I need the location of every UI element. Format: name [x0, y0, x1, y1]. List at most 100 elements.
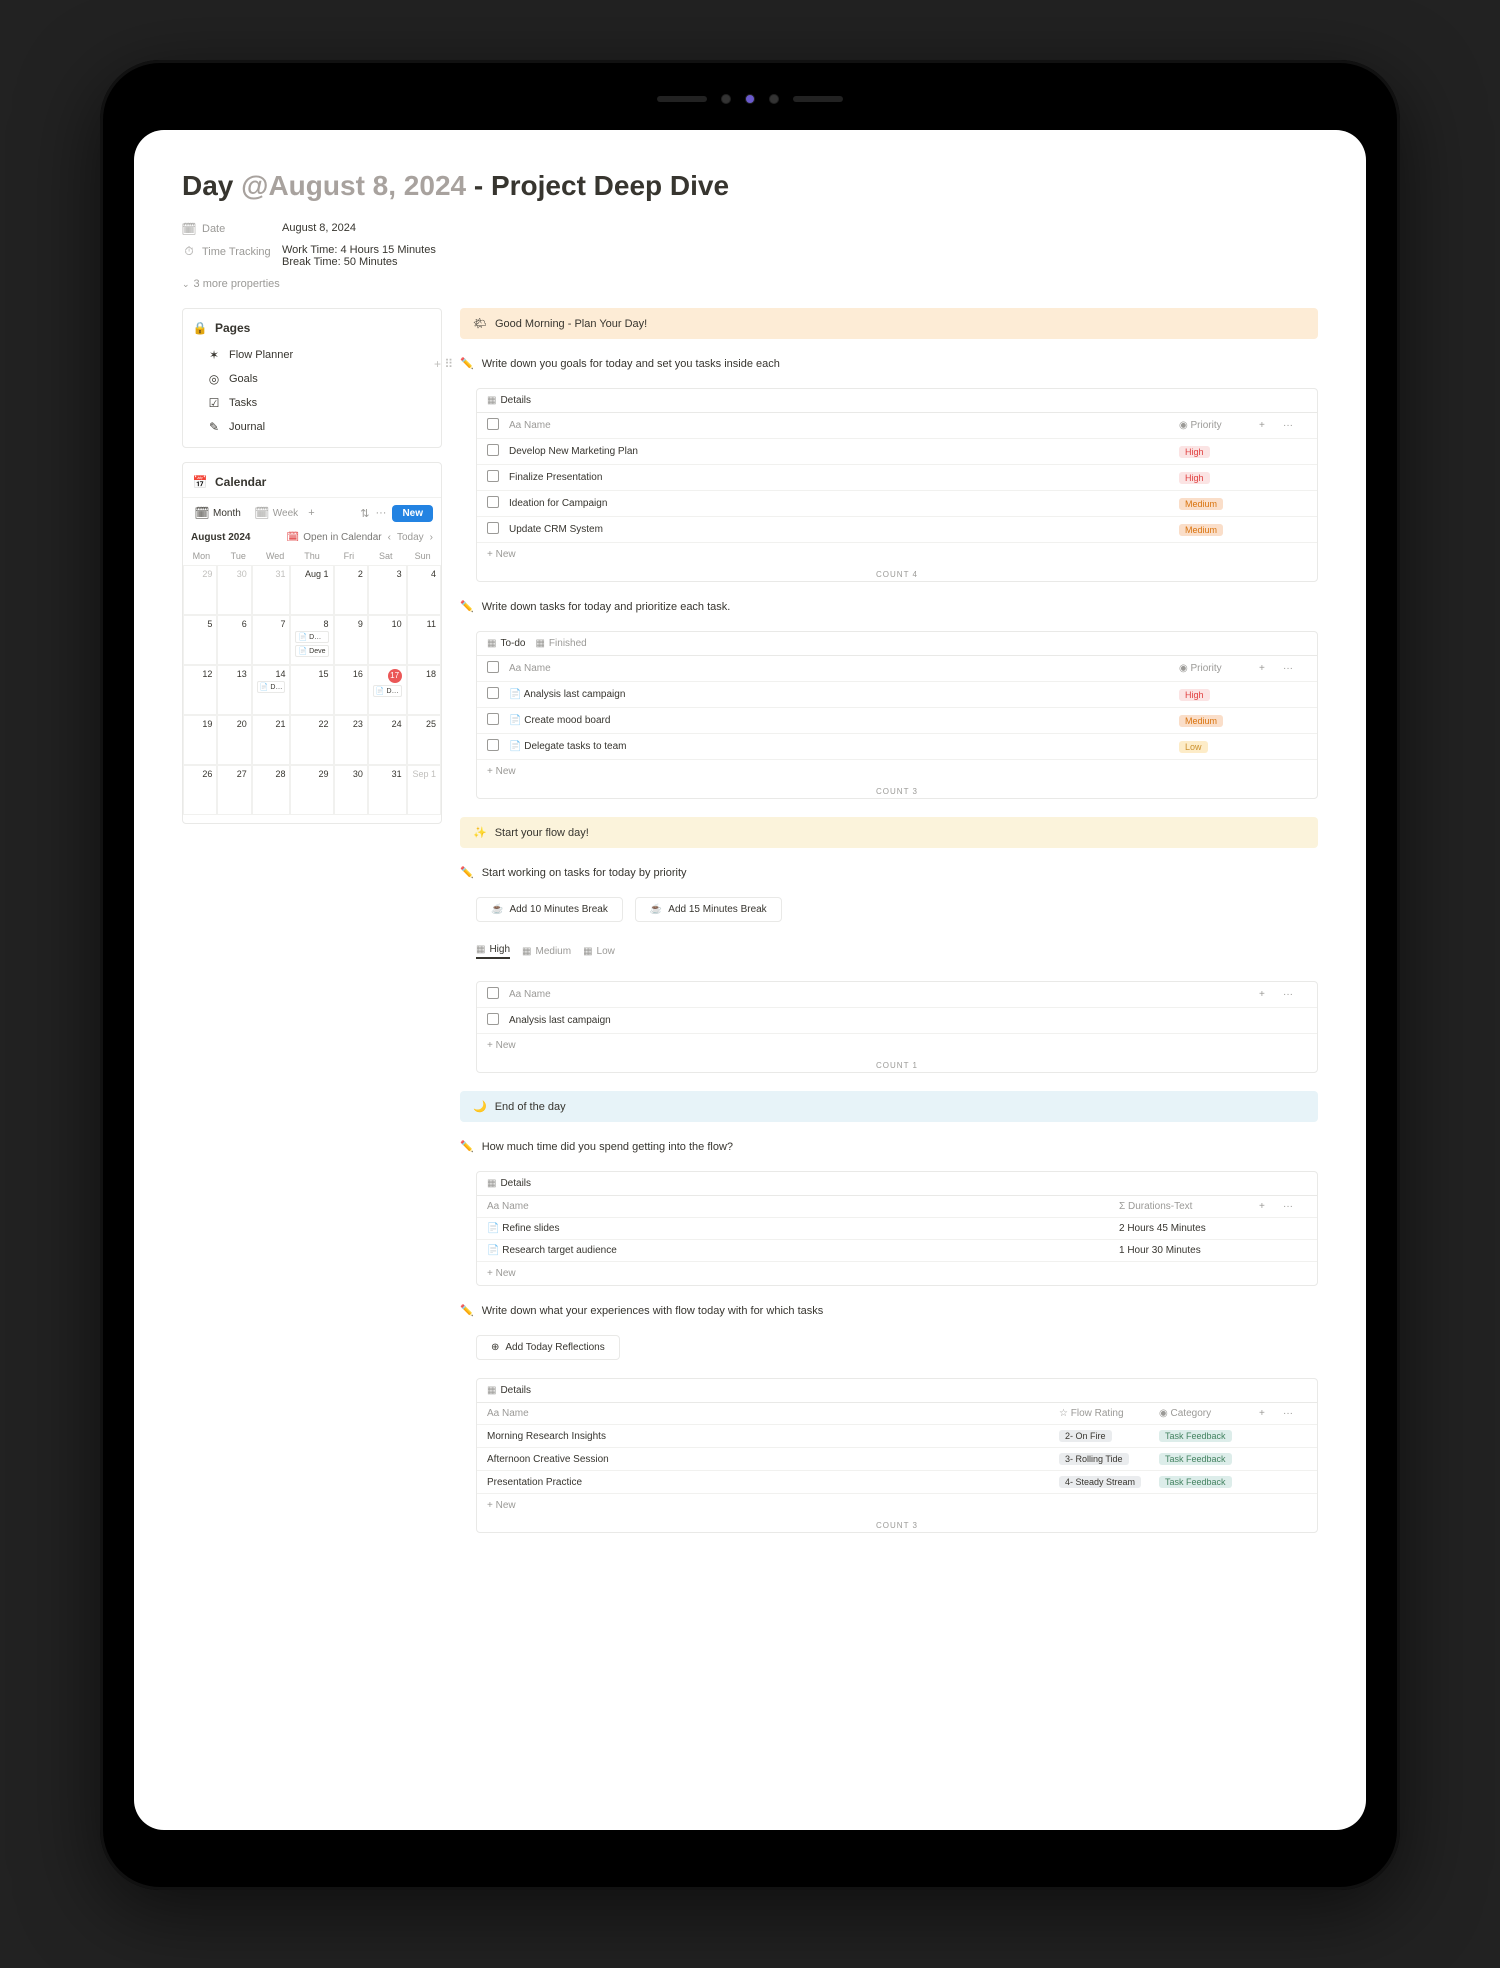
cal-cell[interactable]: Sep 1	[407, 765, 441, 815]
cal-cell[interactable]: 16	[334, 665, 368, 715]
tab-high[interactable]: ▦High	[476, 944, 510, 959]
cal-cell[interactable]: 31	[368, 765, 407, 815]
add-column-icon[interactable]: +	[1259, 1201, 1283, 1212]
cal-cell[interactable]: 9	[334, 615, 368, 665]
tab-todo[interactable]: ▦To-do	[487, 638, 525, 649]
table-row[interactable]: Presentation Practice 4- Steady Stream T…	[477, 1471, 1317, 1494]
cal-cell[interactable]: 15	[290, 665, 333, 715]
cal-cell[interactable]: 28	[252, 765, 291, 815]
page-tasks[interactable]: ☑ Tasks	[183, 391, 441, 415]
checkbox[interactable]	[487, 687, 499, 699]
tab-low[interactable]: ▦Low	[583, 944, 615, 959]
date-mention[interactable]: @August 8, 2024	[241, 170, 466, 201]
cal-cell[interactable]: 11	[407, 615, 441, 665]
more-icon[interactable]: ···	[375, 507, 386, 519]
property-time-tracking[interactable]: ⏱Time Tracking Work Time: 4 Hours 15 Min…	[182, 240, 1318, 272]
table-row[interactable]: 📄 Research target audience 1 Hour 30 Min…	[477, 1240, 1317, 1262]
cal-cell[interactable]: 29	[290, 765, 333, 815]
page-goals[interactable]: ◎ Goals	[183, 367, 441, 391]
checkbox[interactable]	[487, 1013, 499, 1025]
checkbox[interactable]	[487, 713, 499, 725]
table-row[interactable]: 📄 Create mood board Medium	[477, 708, 1317, 734]
more-icon[interactable]: ···	[1283, 420, 1307, 431]
cal-cell[interactable]: 10	[368, 615, 407, 665]
cal-cell[interactable]: 20	[217, 715, 251, 765]
col-name[interactable]: Aa Name	[509, 420, 1179, 431]
col-category[interactable]: ◉ Category	[1159, 1408, 1259, 1419]
table-row[interactable]: 📄 Delegate tasks to team Low	[477, 734, 1317, 760]
cal-cell[interactable]: 13	[217, 665, 251, 715]
cal-cell[interactable]: 29	[183, 565, 217, 615]
sort-icon[interactable]: ⇅	[360, 507, 369, 520]
cal-event[interactable]: 📄 Deve	[295, 645, 328, 657]
tab-week[interactable]: 🗓Week	[251, 502, 302, 524]
add-view-icon[interactable]: +	[308, 507, 314, 519]
col-priority[interactable]: ◉ Priority	[1179, 420, 1259, 431]
cal-cell[interactable]: 4	[407, 565, 441, 615]
cal-cell[interactable]: 22	[290, 715, 333, 765]
more-properties[interactable]: ⌄ 3 more properties	[182, 272, 1318, 308]
cal-cell[interactable]: 2	[334, 565, 368, 615]
table-row[interactable]: Afternoon Creative Session 3- Rolling Ti…	[477, 1448, 1317, 1471]
new-button[interactable]: New	[392, 505, 433, 522]
add-15-min-break-button[interactable]: ☕Add 15 Minutes Break	[635, 897, 782, 922]
add-new-row[interactable]: + New	[477, 1262, 1317, 1285]
add-new-row[interactable]: + New	[477, 1034, 1317, 1057]
cal-cell[interactable]: 26	[183, 765, 217, 815]
table-row[interactable]: Update CRM System Medium	[477, 517, 1317, 543]
col-flow-rating[interactable]: ☆ Flow Rating	[1059, 1408, 1159, 1419]
table-row[interactable]: Ideation for Campaign Medium	[477, 491, 1317, 517]
cal-cell[interactable]: 18	[407, 665, 441, 715]
checkbox[interactable]	[487, 522, 499, 534]
add-column-icon[interactable]: +	[1259, 663, 1283, 674]
cal-cell[interactable]: 3	[368, 565, 407, 615]
table-row[interactable]: Analysis last campaign	[477, 1008, 1317, 1034]
cal-cell[interactable]: 5	[183, 615, 217, 665]
add-new-row[interactable]: + New	[477, 543, 1317, 566]
cal-cell[interactable]: 27	[217, 765, 251, 815]
next-month[interactable]: ›	[430, 532, 433, 543]
cal-cell[interactable]: 23	[334, 715, 368, 765]
cal-cell[interactable]: 12	[183, 665, 217, 715]
add-new-row[interactable]: + New	[477, 760, 1317, 783]
property-date[interactable]: 🗓Date August 8, 2024	[182, 218, 1318, 240]
more-icon[interactable]: ···	[1283, 1408, 1307, 1419]
tab-details[interactable]: ▦Details	[487, 395, 531, 406]
col-name[interactable]: Aa Name	[487, 1408, 1059, 1419]
col-name[interactable]: Aa Name	[509, 989, 1259, 1000]
cal-cell[interactable]: 30	[334, 765, 368, 815]
checkbox[interactable]	[487, 444, 499, 456]
cal-event[interactable]: 📄 D…	[257, 681, 286, 693]
cal-cell[interactable]: 7	[252, 615, 291, 665]
tab-details[interactable]: ▦Details	[487, 1178, 531, 1189]
table-row[interactable]: Develop New Marketing Plan High	[477, 439, 1317, 465]
table-row[interactable]: 📄 Analysis last campaign High	[477, 682, 1317, 708]
tab-details[interactable]: ▦Details	[487, 1385, 531, 1396]
tab-medium[interactable]: ▦Medium	[522, 944, 571, 959]
cal-cell[interactable]: 6	[217, 615, 251, 665]
cal-cell[interactable]: 14📄 D…	[252, 665, 291, 715]
today-button[interactable]: Today	[397, 532, 424, 543]
add-column-icon[interactable]: +	[1259, 1408, 1283, 1419]
tab-finished[interactable]: ▦Finished	[535, 638, 586, 649]
add-reflections-button[interactable]: ⊕Add Today Reflections	[476, 1335, 620, 1360]
table-row[interactable]: 📄 Refine slides 2 Hours 45 Minutes	[477, 1218, 1317, 1240]
more-icon[interactable]: ···	[1283, 989, 1307, 1000]
cal-cell[interactable]: 19	[183, 715, 217, 765]
col-name[interactable]: Aa Name	[509, 663, 1179, 674]
cal-cell[interactable]: 21	[252, 715, 291, 765]
col-priority[interactable]: ◉ Priority	[1179, 663, 1259, 674]
cal-cell[interactable]: 25	[407, 715, 441, 765]
more-icon[interactable]: ···	[1283, 1201, 1307, 1212]
checkbox-header-icon[interactable]	[487, 418, 499, 430]
cal-event[interactable]: 📄 D…	[295, 631, 328, 643]
add-column-icon[interactable]: +	[1259, 989, 1283, 1000]
checkbox-header-icon[interactable]	[487, 661, 499, 673]
page-flow-planner[interactable]: ✶ Flow Planner	[183, 343, 441, 367]
table-row[interactable]: Finalize Presentation High	[477, 465, 1317, 491]
open-in-calendar[interactable]: 🗓Open in Calendar	[287, 532, 382, 543]
col-name[interactable]: Aa Name	[487, 1201, 1119, 1212]
add-new-row[interactable]: + New	[477, 1494, 1317, 1517]
checkbox-header-icon[interactable]	[487, 987, 499, 999]
table-row[interactable]: Morning Research Insights 2- On Fire Tas…	[477, 1425, 1317, 1448]
